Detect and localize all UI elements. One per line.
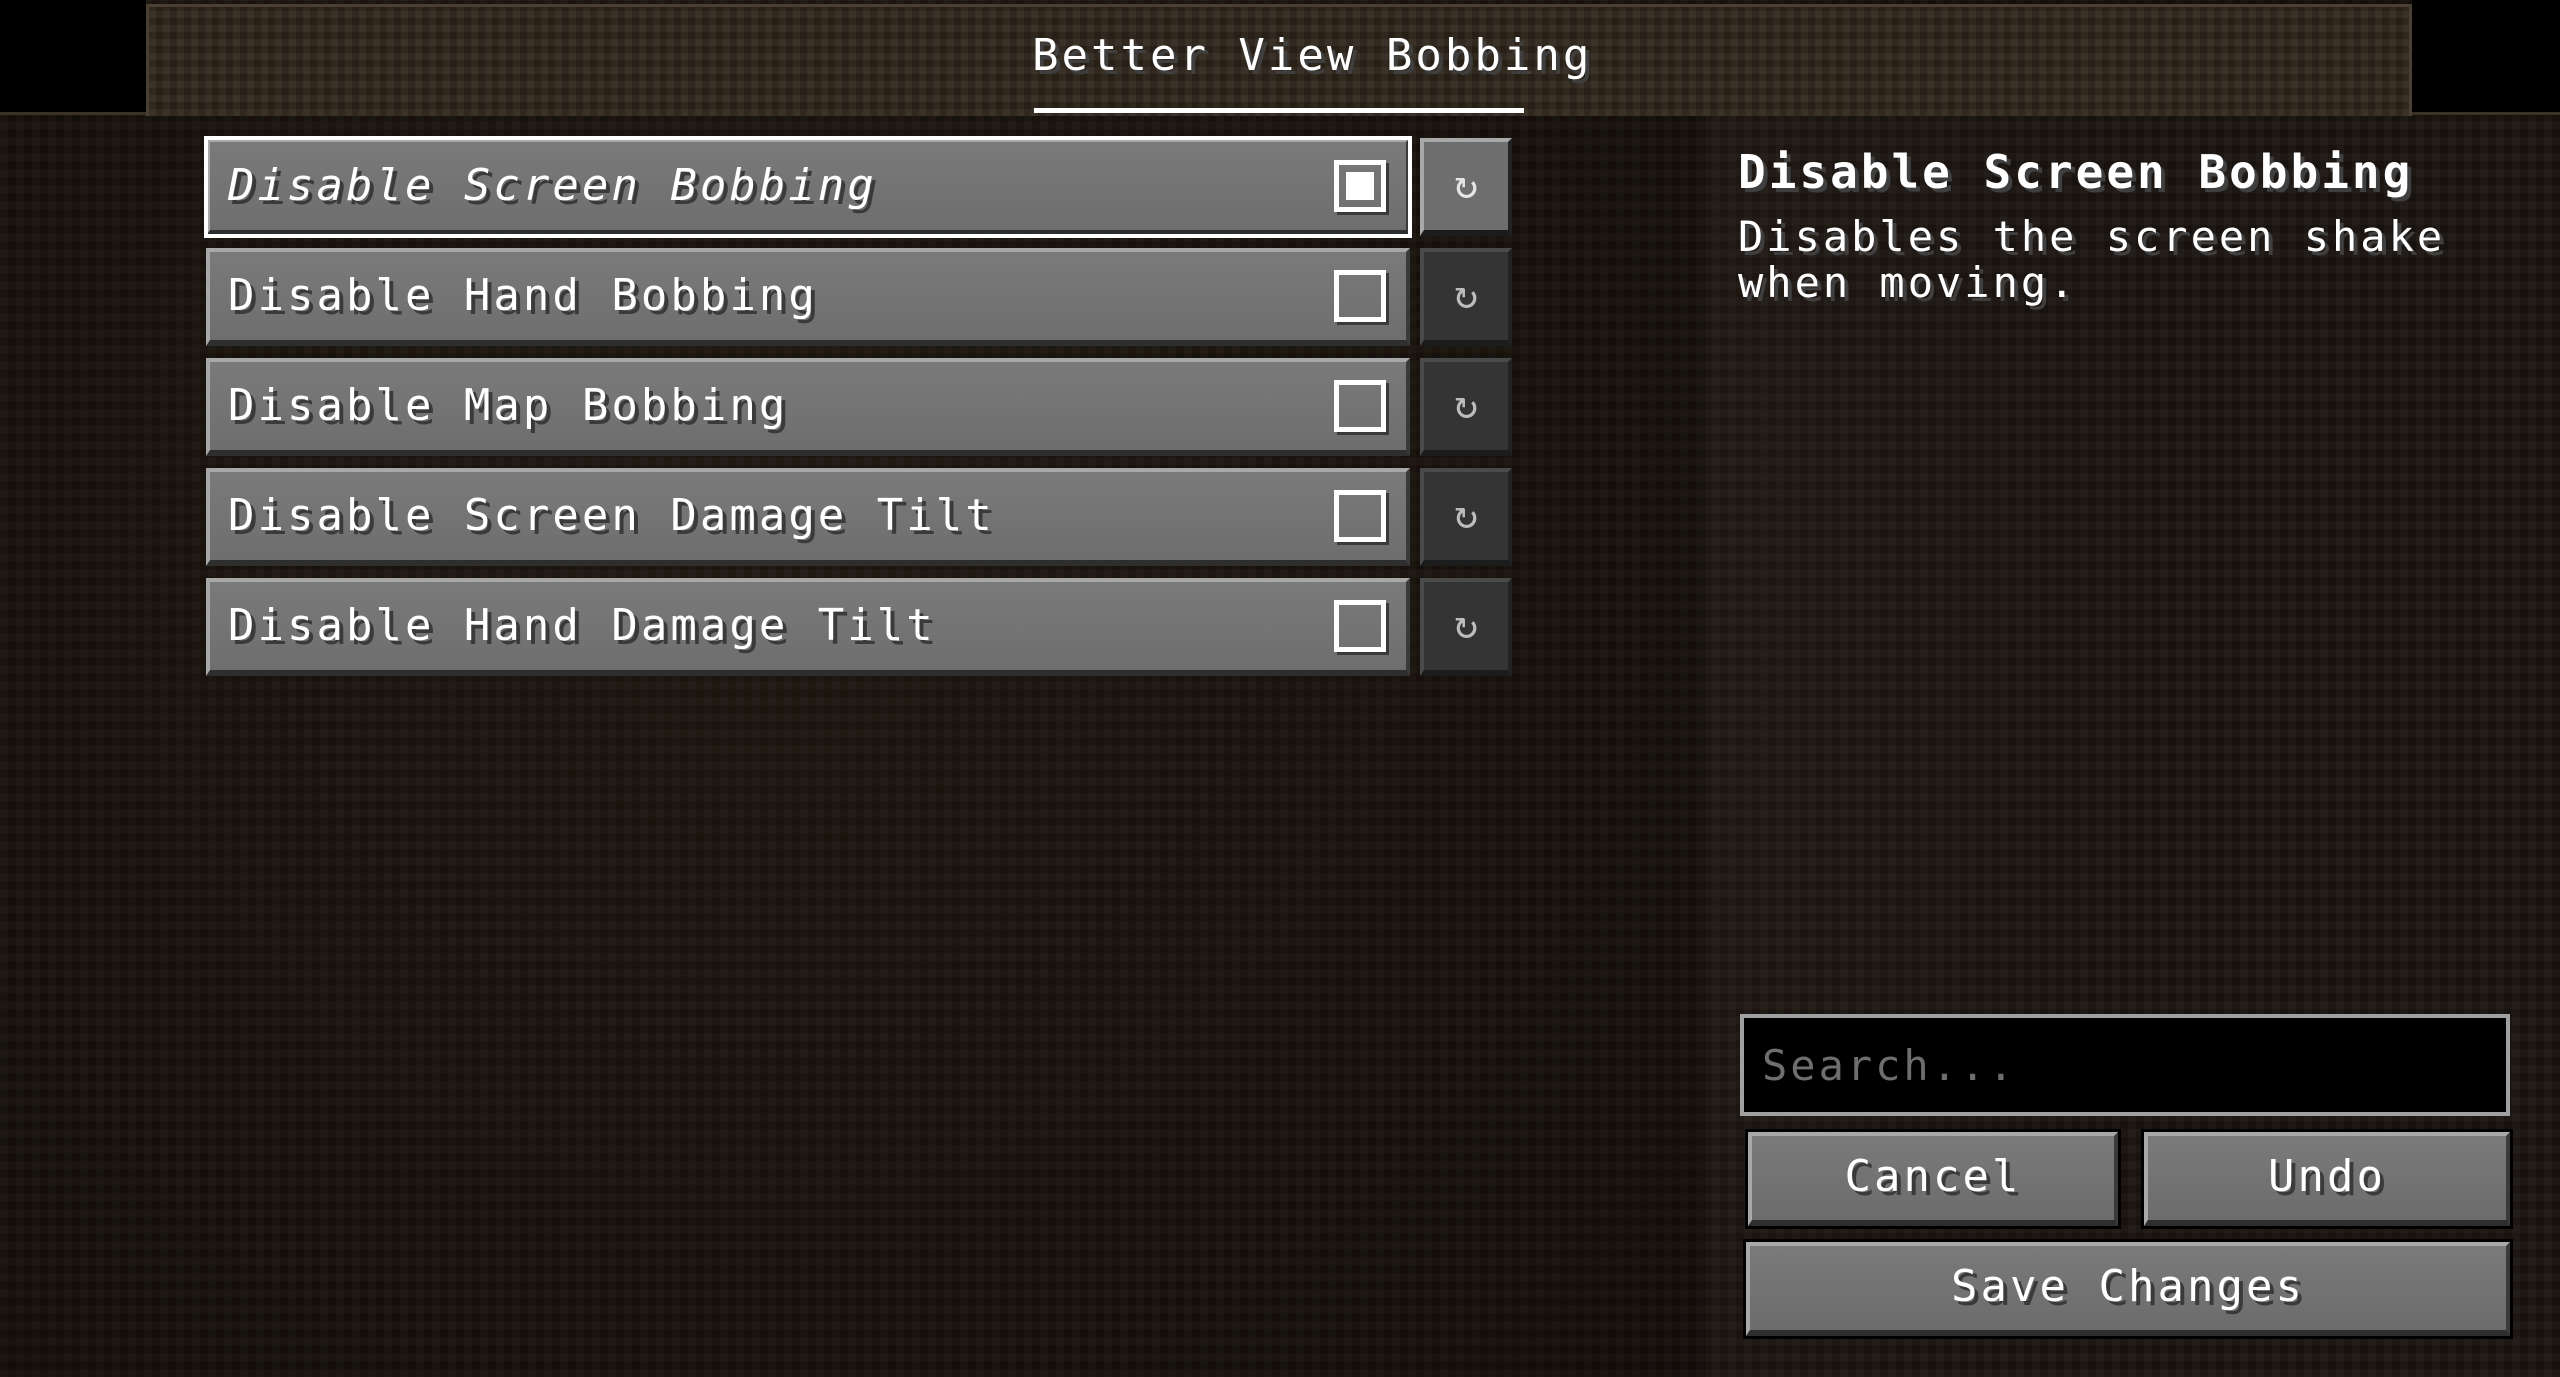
- option-row-disable-hand-bobbing: Disable Hand Bobbing ↻: [206, 248, 1512, 346]
- description-text: Disables the screen shake when moving.: [1738, 212, 2446, 307]
- tab-better-view-bobbing[interactable]: Better View Bobbing: [1032, 26, 1589, 86]
- option-toggle-disable-screen-bobbing[interactable]: Disable Screen Bobbing: [204, 136, 1412, 238]
- reset-icon[interactable]: ↻: [1420, 468, 1512, 566]
- option-row-disable-screen-damage-tilt: Disable Screen Damage Tilt ↻: [206, 468, 1512, 566]
- checkbox-unchecked-icon[interactable]: [1334, 490, 1386, 542]
- reset-icon[interactable]: ↻: [1420, 358, 1512, 456]
- option-toggle-disable-hand-bobbing[interactable]: Disable Hand Bobbing: [206, 248, 1410, 346]
- header-left-bar: [0, 0, 146, 115]
- description-title: Disable Screen Bobbing: [1738, 145, 2414, 199]
- checkbox-unchecked-icon[interactable]: [1334, 380, 1386, 432]
- checkbox-unchecked-icon[interactable]: [1334, 270, 1386, 322]
- option-label: Disable Screen Bobbing: [228, 160, 877, 211]
- search-input[interactable]: [1740, 1014, 2510, 1116]
- option-label: Disable Map Bobbing: [228, 380, 789, 431]
- reset-icon[interactable]: ↻: [1420, 248, 1512, 346]
- option-row-disable-screen-bobbing: Disable Screen Bobbing ↻: [204, 136, 1512, 238]
- undo-button[interactable]: Undo: [2141, 1129, 2513, 1229]
- reset-icon[interactable]: ↻: [1420, 578, 1512, 676]
- option-label: Disable Hand Bobbing: [228, 270, 818, 321]
- config-screen: Better View Bobbing Disable Screen Bobbi…: [0, 0, 2560, 1377]
- checkbox-checked-icon[interactable]: [1334, 160, 1386, 212]
- save-changes-button[interactable]: Save Changes: [1743, 1239, 2513, 1339]
- option-row-disable-hand-damage-tilt: Disable Hand Damage Tilt ↻: [206, 578, 1512, 676]
- option-label: Disable Screen Damage Tilt: [228, 490, 995, 541]
- reset-icon[interactable]: ↻: [1420, 138, 1512, 236]
- option-toggle-disable-map-bobbing[interactable]: Disable Map Bobbing: [206, 358, 1410, 456]
- tab-active-underline: [1034, 108, 1524, 113]
- option-toggle-disable-hand-damage-tilt[interactable]: Disable Hand Damage Tilt: [206, 578, 1410, 676]
- option-toggle-disable-screen-damage-tilt[interactable]: Disable Screen Damage Tilt: [206, 468, 1410, 566]
- option-row-disable-map-bobbing: Disable Map Bobbing ↻: [206, 358, 1512, 456]
- header-right-bar: [2412, 0, 2560, 115]
- option-label: Disable Hand Damage Tilt: [228, 600, 936, 651]
- cancel-button[interactable]: Cancel: [1745, 1129, 2121, 1229]
- checkbox-unchecked-icon[interactable]: [1334, 600, 1386, 652]
